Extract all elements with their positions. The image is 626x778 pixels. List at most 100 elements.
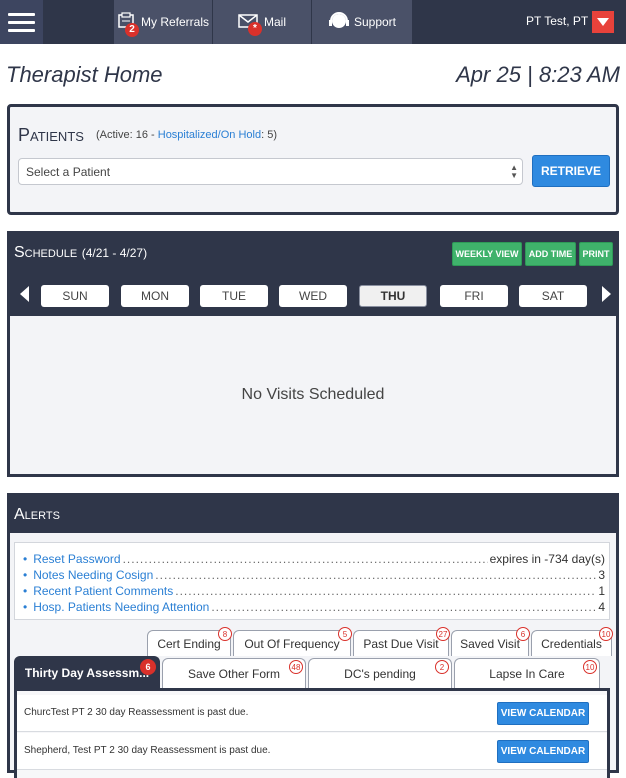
tab-label: Thirty Day Assessm... [24,665,150,680]
tab-lapse-in-care[interactable]: Lapse In Care 10 [454,658,600,688]
patients-panel: Patients (Active: 16 - Hospitalized/On H… [7,104,619,215]
current-datetime: Apr 25 | 8:23 AM [456,62,620,87]
bullet-icon: • [23,568,28,582]
alert-item[interactable]: • Reset Password .......................… [23,552,605,568]
schedule-panel: Schedule (4/21 - 4/27) WEEKLY VIEW ADD T… [7,231,619,477]
top-navbar: 2 My Referrals * Mail Support PT Test, P… [0,0,626,44]
alert-item-value: 4 [598,600,605,614]
alerts-panel: Alerts • Reset Password ................… [7,493,619,778]
nav-support[interactable]: Support [312,0,412,44]
mail-badge: * [247,21,262,36]
day-wed[interactable]: WED [279,285,347,307]
tab-label: Out Of Frequency [244,636,340,651]
day-sat[interactable]: SAT [519,285,587,307]
tab-count-badge: 10 [599,627,613,641]
leader-dots: ........................................… [211,600,597,614]
nav-my-referrals[interactable]: 2 My Referrals [114,0,212,44]
hospitalized-count: : 5) [261,129,277,141]
tab-count-badge: 10 [583,660,597,674]
nav-mail[interactable]: * Mail [213,0,311,44]
tab-cert-ending[interactable]: Cert Ending 8 [147,627,232,656]
table-row: Shepherd, Test PT 2 30 day Reassessment … [17,733,607,770]
alerts-title: Alerts [14,506,60,523]
tab-label: Cert Ending [157,636,221,651]
leader-dots: ........................................… [122,552,488,566]
tab-count-badge: 8 [218,627,232,641]
alert-item[interactable]: • Recent Patient Comments ..............… [23,584,605,600]
schedule-title-text: Schedule [14,244,78,261]
patient-select[interactable]: Select a Patient ▲ ▼ [18,158,523,185]
hamburger-line [8,21,35,24]
patients-title: Patients [18,125,84,145]
day-mon[interactable]: MON [121,285,189,307]
mail-icon: * [238,13,262,36]
alerts-table: ChurcTest PT 2 30 day Reassessment is pa… [14,688,610,778]
alert-item[interactable]: • Notes Needing Cosign .................… [23,568,605,584]
support-headset-icon [328,11,350,34]
hamburger-line [8,13,35,16]
tab-save-other-form[interactable]: Save Other Form 48 [162,658,306,688]
hospitalized-link[interactable]: Hospitalized/On Hold [158,129,261,141]
alerts-header: Alerts [10,496,616,533]
tab-credentials[interactable]: Credentials 10 [531,627,613,656]
bullet-icon: • [23,552,28,566]
tab-past-due-visit[interactable]: Past Due Visit 27 [353,627,450,656]
alerts-list: • Reset Password .......................… [14,542,610,620]
alert-item[interactable]: • Hosp. Patients Needing Attention .....… [23,600,605,616]
day-thu[interactable]: THU [359,285,427,307]
tab-count-badge: 27 [436,627,450,641]
patients-active-count: (Active: 16 - [96,129,155,141]
row-message: Shepherd, Test PT 2 30 day Reassessment … [24,745,271,756]
weekly-view-button[interactable]: WEEKLY VIEW [452,242,522,266]
alert-item-label[interactable]: Hosp. Patients Needing Attention [33,600,209,616]
tab-dcs-pending[interactable]: DC's pending 2 [308,658,452,688]
tab-label: Saved Visit [460,636,520,651]
bullet-icon: • [23,584,28,598]
alert-item-label[interactable]: Notes Needing Cosign [33,568,153,584]
tab-label: DC's pending [344,666,416,681]
patient-select-value: Select a Patient [26,165,111,179]
add-time-button[interactable]: ADD TIME [525,242,576,266]
nav-my-referrals-label: My Referrals [140,15,209,29]
page-title: Therapist Home [6,62,163,87]
tab-saved-visit[interactable]: Saved Visit 6 [451,627,530,656]
hamburger-line [8,29,35,32]
schedule-header: Schedule (4/21 - 4/27) WEEKLY VIEW ADD T… [10,234,616,316]
hamburger-menu-button[interactable] [0,0,43,44]
tab-count-badge: 6 [516,627,530,641]
leader-dots: ........................................… [175,584,596,598]
user-name: PT Test, PT [526,14,589,28]
print-button[interactable]: PRINT [579,242,613,266]
referrals-icon: 2 [117,11,139,37]
tab-label: Lapse In Care [489,666,565,681]
tab-label: Save Other Form [187,666,281,681]
alert-item-label[interactable]: Reset Password [33,552,120,568]
day-tue[interactable]: TUE [200,285,268,307]
nav-support-label: Support [353,15,397,29]
tab-out-of-frequency[interactable]: Out Of Frequency 5 [233,627,352,656]
view-calendar-button[interactable]: VIEW CALENDAR [497,740,589,763]
schedule-title: Schedule (4/21 - 4/27) [14,244,147,262]
referrals-badge: 2 [124,22,139,37]
table-row: ChurcTest PT 2 30 day Reassessment is pa… [17,695,607,732]
patients-counts: (Active: 16 - Hospitalized/On Hold: 5) [96,129,277,141]
schedule-empty-message: No Visits Scheduled [241,386,385,403]
day-fri[interactable]: FRI [440,285,508,307]
retrieve-button[interactable]: RETRIEVE [532,155,610,187]
user-dropdown-button[interactable] [592,11,614,33]
nav-mail-label: Mail [263,15,286,29]
tab-count-badge: 48 [289,660,303,674]
next-week-arrow-icon[interactable] [602,286,611,302]
tab-thirty-day-assessment[interactable]: Thirty Day Assessm... 6 [14,656,160,688]
select-arrows-icon: ▲ ▼ [510,163,518,180]
tab-count-badge: 2 [435,660,449,674]
prev-week-arrow-icon[interactable] [20,286,29,302]
leader-dots: ........................................… [155,568,597,582]
alert-item-value: expires in -734 day(s) [489,552,605,566]
alert-item-value: 1 [598,584,605,598]
alert-item-label[interactable]: Recent Patient Comments [33,584,173,600]
day-sun[interactable]: SUN [41,285,109,307]
view-calendar-button[interactable]: VIEW CALENDAR [497,702,589,725]
alert-item-value: 3 [598,568,605,582]
bullet-icon: • [23,600,28,614]
